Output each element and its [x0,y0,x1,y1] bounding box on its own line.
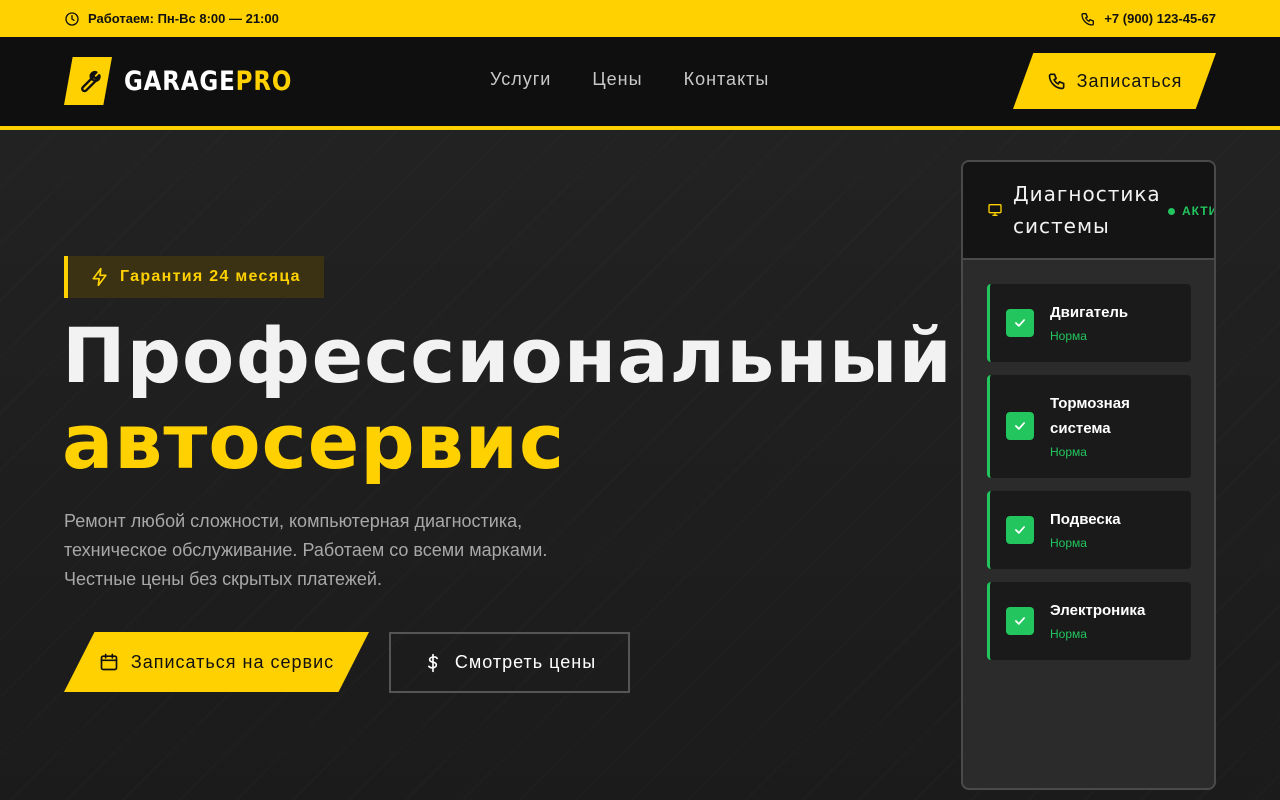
dollar-icon [427,653,438,672]
working-hours: Работаем: Пн-Вс 8:00 — 21:00 [64,11,279,27]
phone-icon [1081,12,1095,26]
diagnostic-item-name: Двигатель [1050,304,1129,321]
hero-description: Ремонт любой сложности, компьютерная диа… [64,511,548,589]
main-nav: Услуги Цены Контакты [490,69,769,90]
diagnostic-item-name: Электроника [1050,602,1146,619]
nav-link-contacts[interactable]: Контакты [684,69,770,90]
diagnostic-item-state: Норма [1050,445,1087,459]
hero-title-line1: Профессиональный [62,311,953,400]
diagnostics-header: Диагностика системы АКТИВНО [963,162,1214,260]
logo-mark [64,57,112,105]
diagnostic-item-engine: Двигатель Норма [987,284,1191,362]
diagnostic-item-state: Норма [1050,627,1087,641]
phone-icon [1048,73,1065,90]
diagnostic-item-state: Норма [1050,329,1087,343]
wrench-icon [81,70,101,93]
nav-link-prices[interactable]: Цены [592,69,642,90]
warranty-badge-text: Гарантия 24 месяца [120,268,301,285]
diagnostic-item-name: Подвеска [1050,511,1121,528]
hero-title-line2: автосервис [62,397,566,486]
diagnostic-item-suspension: Подвеска Норма [987,491,1191,569]
diagnostic-item-name: Тормозная система [1050,395,1130,437]
phone-number-text[interactable]: +7 (900) 123-45-67 [1104,11,1216,26]
header-signup-label: Записаться [1076,70,1183,91]
header-signup-button[interactable]: Записаться [1013,53,1216,109]
monitor-icon [988,204,1002,216]
phone-number[interactable]: +7 (900) 123-45-67 [1080,11,1216,27]
view-prices-label: Смотреть цены [454,652,597,672]
diagnostic-item-electronics: Электроника Норма [987,582,1191,660]
checkmark-icon [1006,412,1034,440]
diagnostic-item-state: Норма [1050,536,1087,550]
book-service-label: Записаться на сервис [130,651,335,672]
warranty-badge: Гарантия 24 месяца [64,256,324,298]
logo-text-garage: GARAGE [124,65,236,97]
diagnostics-panel: Диагностика системы АКТИВНО Двигатель Но… [961,160,1216,790]
checkmark-icon [1006,309,1034,337]
book-service-button[interactable]: Записаться на сервис [64,632,369,692]
logo-text-pro: PRO [235,65,293,97]
view-prices-button[interactable]: Смотреть цены [389,632,630,693]
checkmark-icon [1006,607,1034,635]
top-info-bar: Работаем: Пн-Вс 8:00 — 21:00 +7 (900) 12… [0,0,1280,37]
clock-icon [65,11,79,26]
working-hours-text: Работаем: Пн-Вс 8:00 — 21:00 [88,11,279,26]
status-badge: АКТИВНО [1168,204,1214,218]
logo-text: GARAGEPRO [124,66,292,97]
nav-link-services[interactable]: Услуги [490,69,551,90]
calendar-icon [100,653,118,671]
lightning-icon [92,267,107,287]
diagnostic-item-brakes: Тормозная система Норма [987,375,1191,478]
site-header: GARAGEPRO Услуги Цены Контакты Записатьс… [0,37,1280,130]
logo[interactable]: GARAGEPRO [64,57,322,105]
diagnostics-title: Диагностика системы [1013,182,1161,238]
checkmark-icon [1006,516,1034,544]
status-dot [1168,207,1175,215]
hero-title: Профессиональный автосервис [62,313,953,485]
status-text: АКТИВНО [1182,204,1214,218]
